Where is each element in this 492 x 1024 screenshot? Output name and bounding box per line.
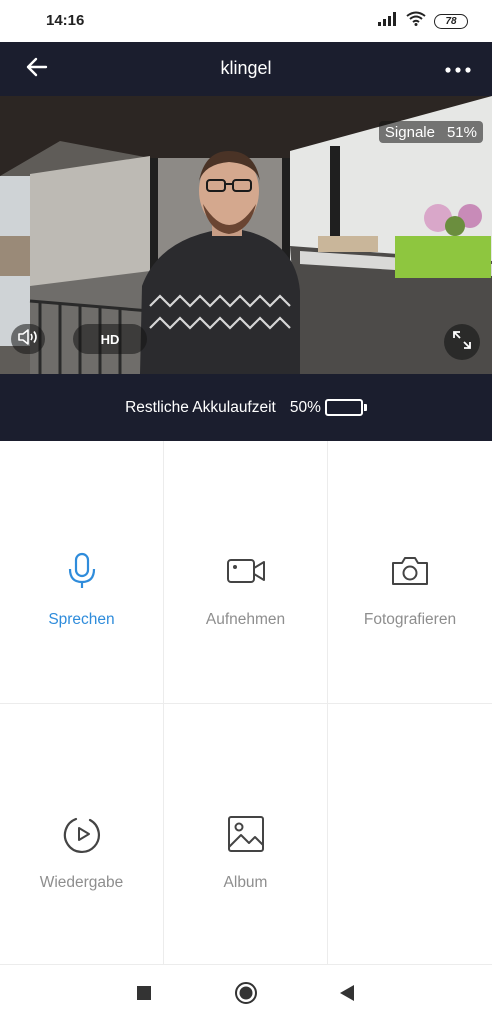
live-video-view[interactable]: Signale 51% HD [0,96,492,374]
signal-label: Signale [384,123,435,141]
cellular-signal-icon [378,11,398,31]
camera-icon [390,551,430,591]
back-nav-button[interactable] [334,983,360,1007]
wifi-icon [406,11,426,31]
battery-level-icon [324,399,367,416]
signal-strength-badge: Signale 51% [378,121,483,143]
page-title: klingel [220,58,272,78]
playback-icon [62,814,102,854]
speaker-icon [17,328,39,351]
status-bar: 14:16 78 [0,0,492,42]
record-action[interactable]: Aufnehmen [164,441,328,704]
triangle-back-icon [339,984,355,1007]
square-icon [136,985,152,1006]
image-icon [226,814,266,854]
status-battery: 78 [434,13,468,29]
playback-action[interactable]: Wiedergabe [0,704,164,965]
quality-toggle-button[interactable]: HD [73,324,147,354]
recents-button[interactable] [131,983,157,1007]
more-horizontal-icon [445,60,471,78]
fullscreen-button[interactable] [444,324,480,360]
home-circle-icon [234,981,258,1010]
playback-label: Wiedergabe [39,874,124,891]
speak-label: Sprechen [48,611,115,628]
record-label: Aufnehmen [205,611,286,628]
top-app-bar: klingel [0,42,492,96]
empty-cell [328,704,492,965]
battery-percent: 50% [289,398,321,416]
volume-button[interactable] [11,324,45,354]
signal-value: 51% [446,123,477,141]
status-time: 14:16 [46,12,85,29]
system-nav-bar [0,965,492,1024]
status-icons: 78 [378,11,468,31]
battery-label: Restliche Akkulaufzeit [125,398,276,416]
photo-action[interactable]: Fotografieren [328,441,492,704]
album-action[interactable]: Album [164,704,328,965]
video-camera-icon [226,551,266,591]
microphone-icon [62,551,102,591]
speak-action[interactable]: Sprechen [0,441,164,704]
app-screen: 14:16 78 klingel Signale 51% HD Restlich… [0,0,492,1024]
expand-icon [452,330,472,355]
more-options-button[interactable] [440,56,476,82]
album-label: Album [223,874,268,891]
action-grid: Sprechen Aufnehmen Fotografieren Wiederg… [0,441,492,965]
photo-label: Fotografieren [363,611,457,628]
battery-info-bar: Restliche Akkulaufzeit 50% [0,374,492,441]
home-button[interactable] [233,981,259,1010]
